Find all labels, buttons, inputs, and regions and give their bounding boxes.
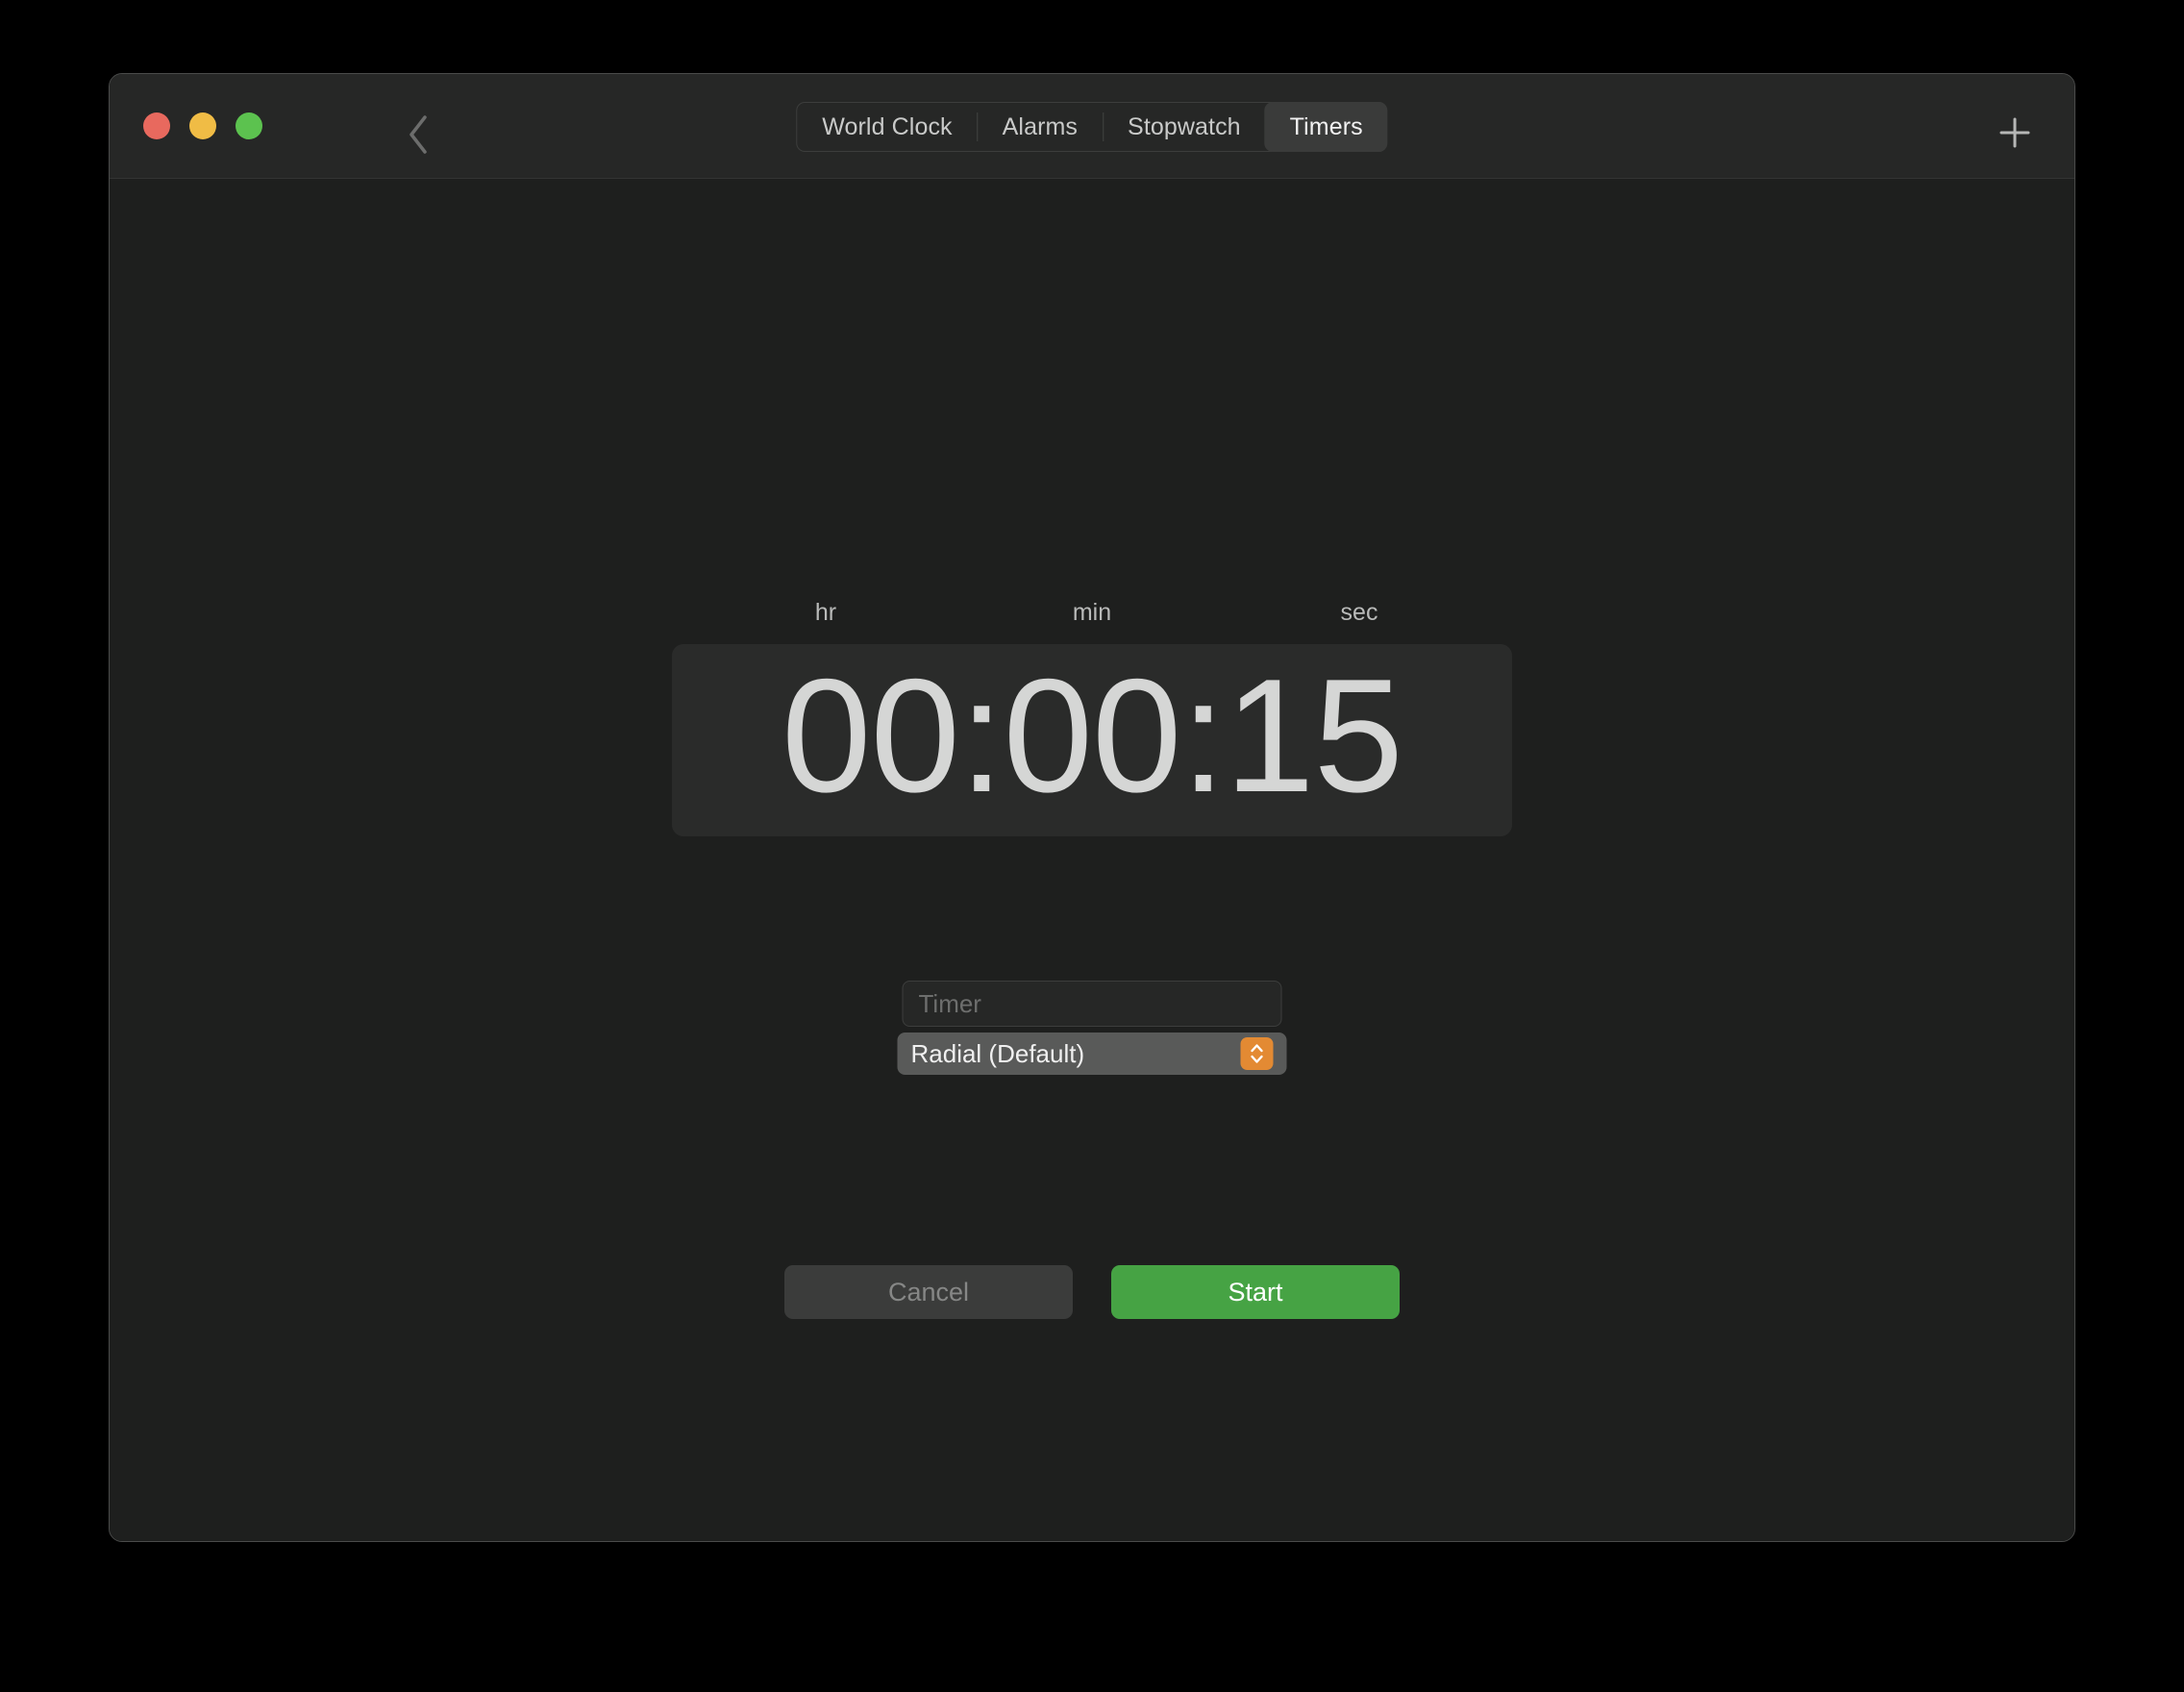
traffic-light-buttons <box>143 112 262 139</box>
minimize-window-button[interactable] <box>189 112 216 139</box>
tab-stopwatch-label: Stopwatch <box>1128 112 1241 140</box>
start-button[interactable]: Start <box>1111 1265 1400 1319</box>
timer-name-placeholder: Timer <box>918 988 981 1018</box>
tab-alarms[interactable]: Alarms <box>977 103 1103 151</box>
maximize-window-button[interactable] <box>236 112 262 139</box>
back-button[interactable] <box>391 108 445 162</box>
timer-style-select[interactable]: Radial (Default) <box>897 1033 1287 1075</box>
unit-label-seconds: sec <box>1340 599 1378 626</box>
chevron-up-down-icon[interactable] <box>1240 1037 1274 1070</box>
tab-world-clock-label: World Clock <box>822 112 953 140</box>
tab-timers[interactable]: Timers <box>1264 102 1388 152</box>
cancel-button[interactable]: Cancel <box>784 1265 1073 1319</box>
tab-timers-label: Timers <box>1289 112 1363 140</box>
tab-alarms-label: Alarms <box>1002 112 1079 140</box>
timers-panel: hr min sec 00:00:15 Timer Radial (Defaul… <box>110 179 2074 1541</box>
cancel-button-label: Cancel <box>887 1277 970 1306</box>
timer-duration-input[interactable]: 00:00:15 <box>672 644 1512 836</box>
timer-style-selected-value: Radial (Default) <box>910 1038 1085 1068</box>
view-tab-bar: World Clock Alarms Stopwatch Timers <box>796 102 1388 152</box>
clock-app-window: World Clock Alarms Stopwatch Timers hr m… <box>109 73 2075 1542</box>
unit-label-hours: hr <box>814 599 837 626</box>
timer-duration-value: 00:00:15 <box>782 645 1403 826</box>
unit-label-minutes: min <box>1072 599 1112 626</box>
tab-world-clock[interactable]: World Clock <box>797 103 977 151</box>
start-button-label: Start <box>1228 1277 1283 1306</box>
chevron-left-icon <box>405 113 432 156</box>
plus-icon <box>1997 114 2033 156</box>
window-titlebar: World Clock Alarms Stopwatch Timers <box>110 74 2074 179</box>
add-timer-button[interactable] <box>1986 106 2044 163</box>
timer-name-input[interactable]: Timer <box>902 981 1282 1027</box>
time-unit-labels: hr min sec <box>110 599 2074 632</box>
close-window-button[interactable] <box>143 112 170 139</box>
tab-stopwatch[interactable]: Stopwatch <box>1103 103 1266 151</box>
action-button-row: Cancel Start <box>110 1265 2074 1319</box>
